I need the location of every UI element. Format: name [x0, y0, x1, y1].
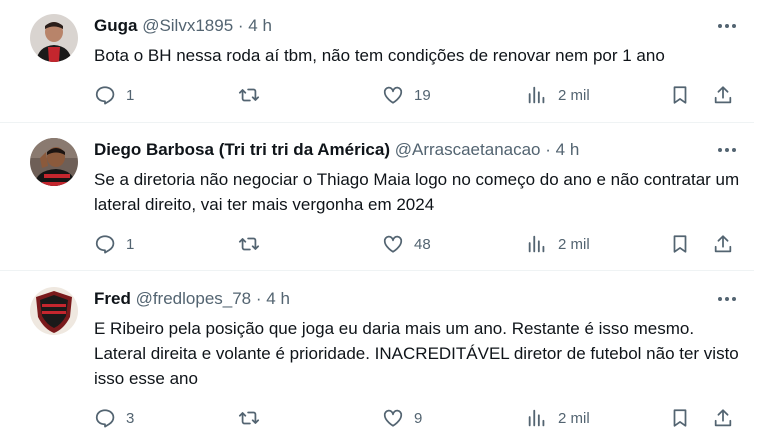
share-icon	[714, 235, 732, 253]
action-bar: 1 19 2 mil	[94, 80, 742, 110]
views-icon	[528, 86, 545, 104]
reply-count: 3	[126, 409, 135, 427]
bookmark-button[interactable]	[669, 403, 691, 433]
view-count: 2 mil	[558, 235, 590, 253]
tweet-header: Diego Barbosa (Tri tri tri da América) @…	[94, 139, 579, 161]
retweet-button[interactable]	[238, 403, 260, 433]
retweet-icon	[238, 411, 260, 425]
timestamp[interactable]: 4 h	[248, 16, 272, 35]
retweet-icon	[238, 88, 260, 102]
author-handle[interactable]: @Silvx1895	[142, 16, 233, 35]
views-button[interactable]: 2 mil	[526, 403, 590, 433]
author-name[interactable]: Guga	[94, 16, 137, 35]
tweet-text: Se a diretoria não negociar o Thiago Mai…	[94, 170, 740, 214]
retweet-button[interactable]	[238, 80, 260, 110]
like-count: 48	[414, 235, 431, 253]
more-icon[interactable]	[712, 15, 742, 37]
views-icon	[528, 235, 545, 253]
like-count: 9	[414, 409, 423, 427]
author-handle[interactable]: @Arrascaetanacao	[395, 140, 541, 159]
separator-dot: ·	[545, 140, 551, 159]
timestamp[interactable]: 4 h	[556, 140, 580, 159]
avatar[interactable]	[30, 138, 78, 186]
like-icon	[383, 235, 403, 253]
tweet-header: Fred @fredlopes_78 · 4 h	[94, 288, 290, 310]
action-bar: 3 9 2 mil	[94, 403, 742, 433]
like-count: 19	[414, 86, 431, 104]
reply-count: 1	[126, 235, 135, 253]
bookmark-button[interactable]	[669, 229, 691, 259]
timestamp[interactable]: 4 h	[266, 289, 290, 308]
author-handle[interactable]: @fredlopes_78	[136, 289, 252, 308]
tweet-text: Bota o BH nessa roda aí tbm, não tem con…	[94, 46, 665, 65]
share-icon	[714, 409, 732, 427]
views-button[interactable]: 2 mil	[526, 80, 590, 110]
tweet-text: E Ribeiro pela posição que joga eu daria…	[94, 319, 739, 388]
views-button[interactable]: 2 mil	[526, 229, 590, 259]
reply-icon	[95, 409, 115, 428]
reply-button[interactable]: 1	[94, 80, 134, 110]
views-icon	[528, 409, 545, 427]
tweet[interactable]: Diego Barbosa (Tri tri tri da América) @…	[0, 123, 754, 271]
share-button[interactable]	[712, 229, 734, 259]
more-icon[interactable]	[712, 139, 742, 161]
reply-button[interactable]: 3	[94, 403, 134, 433]
tweet[interactable]: Guga @Silvx1895 · 4 h Bota o BH nessa ro…	[0, 0, 754, 123]
share-button[interactable]	[712, 403, 734, 433]
like-button[interactable]: 19	[382, 80, 431, 110]
like-icon	[383, 86, 403, 104]
bookmark-icon	[673, 235, 687, 253]
bookmark-icon	[673, 86, 687, 104]
separator-dot: ·	[237, 16, 244, 35]
action-bar: 1 48 2 mil	[94, 229, 742, 259]
author-name[interactable]: Diego Barbosa (Tri tri tri da América)	[94, 140, 390, 159]
reply-count: 1	[126, 86, 135, 104]
view-count: 2 mil	[558, 86, 590, 104]
like-button[interactable]: 48	[382, 229, 431, 259]
view-count: 2 mil	[558, 409, 590, 427]
like-icon	[383, 409, 403, 427]
retweet-button[interactable]	[238, 229, 260, 259]
reply-button[interactable]: 1	[94, 229, 134, 259]
bookmark-icon	[673, 409, 687, 427]
tweet-header: Guga @Silvx1895 · 4 h	[94, 15, 272, 37]
reply-icon	[95, 235, 115, 254]
share-button[interactable]	[712, 80, 734, 110]
share-icon	[714, 86, 732, 104]
tweet[interactable]: Fred @fredlopes_78 · 4 h E Ribeiro pela …	[0, 271, 754, 444]
avatar[interactable]	[30, 287, 78, 335]
retweet-icon	[238, 237, 260, 251]
like-button[interactable]: 9	[382, 403, 422, 433]
separator-dot: ·	[255, 289, 262, 308]
avatar[interactable]	[30, 14, 78, 62]
bookmark-button[interactable]	[669, 80, 691, 110]
author-name[interactable]: Fred	[94, 289, 131, 308]
reply-icon	[95, 86, 115, 105]
more-icon[interactable]	[712, 288, 742, 310]
